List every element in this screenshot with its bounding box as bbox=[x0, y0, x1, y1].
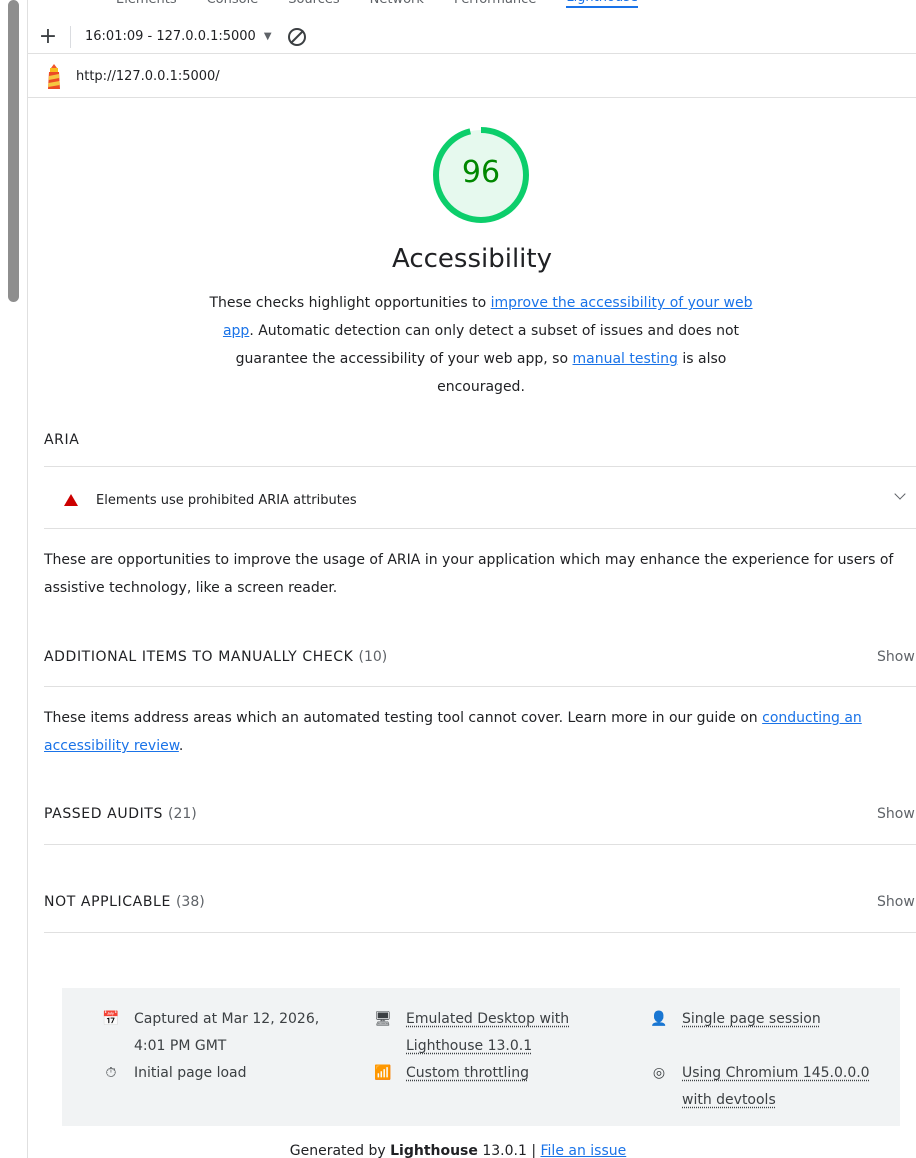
manual-check-label: ADDITIONAL ITEMS TO MANUALLY CHECK bbox=[44, 649, 354, 665]
lighthouse-icon bbox=[48, 63, 60, 89]
lighthouse-toolbar: + 16:01:09 - 127.0.0.1:5000 ▼ bbox=[28, 20, 916, 54]
chromium-line-2: with devtools bbox=[682, 1092, 776, 1108]
not-applicable-show-button[interactable]: Show bbox=[877, 894, 915, 910]
score-value: 96 bbox=[461, 155, 501, 190]
desc-text: These items address areas which an autom… bbox=[44, 710, 763, 726]
category-description: These checks highlight opportunities to … bbox=[206, 289, 756, 401]
scrollbar-thumb[interactable] bbox=[8, 0, 19, 302]
tab-sources[interactable]: Sources bbox=[288, 0, 339, 8]
desc-text: These checks highlight opportunities to bbox=[209, 295, 491, 311]
divider bbox=[44, 686, 916, 687]
divider bbox=[44, 466, 916, 467]
custom-throttling[interactable]: 📶 Custom throttling bbox=[372, 1060, 529, 1087]
emulated-desktop[interactable]: 🖥 Emulated Desktop with Lighthouse 13.0.1 bbox=[372, 1006, 569, 1060]
chevron-down-icon[interactable] bbox=[894, 488, 906, 500]
stopwatch-icon: ⏱ bbox=[105, 1065, 117, 1081]
tab-performance[interactable]: Performance bbox=[454, 0, 536, 8]
passed-audits-count: (21) bbox=[168, 806, 197, 822]
chevron-down-icon: ▼ bbox=[263, 31, 272, 42]
audit-title: Elements use prohibited ARIA attributes bbox=[96, 492, 357, 508]
single-page-session[interactable]: 👤 Single page session bbox=[648, 1006, 821, 1033]
manual-check-show-button[interactable]: Show bbox=[877, 649, 915, 665]
audit-prohibited-aria[interactable]: Elements use prohibited ARIA attributes bbox=[44, 478, 916, 522]
aria-heading: ARIA bbox=[44, 432, 80, 448]
tab-lighthouse[interactable]: Lighthouse bbox=[566, 0, 638, 8]
devtools-tabbar: Elements Console Sources Network Perform… bbox=[28, 0, 916, 8]
captured-line-1: Captured at Mar 12, 2026, bbox=[134, 1011, 320, 1027]
scrollbar-track[interactable] bbox=[0, 0, 28, 1158]
category-title: Accessibility bbox=[392, 244, 552, 274]
session-label: Single page session bbox=[682, 1011, 821, 1027]
not-applicable-label: NOT APPLICABLE bbox=[44, 894, 171, 910]
footer-version: 13.0.1 | bbox=[477, 1143, 541, 1158]
initial-page-load: ⏱ Initial page load bbox=[100, 1060, 247, 1087]
not-applicable-heading[interactable]: NOT APPLICABLE (38) bbox=[44, 894, 205, 910]
block-icon[interactable] bbox=[287, 27, 306, 46]
divider bbox=[44, 844, 916, 845]
fail-triangle-icon bbox=[64, 494, 78, 506]
captured-line-2: 4:01 PM GMT bbox=[134, 1038, 227, 1054]
manual-check-description: These items address areas which an autom… bbox=[44, 704, 916, 760]
desc-text: . bbox=[178, 738, 184, 754]
calendar-icon: 📅 bbox=[102, 1011, 120, 1027]
passed-audits-show-button[interactable]: Show bbox=[877, 806, 915, 822]
passed-audits-label: PASSED AUDITS bbox=[44, 806, 163, 822]
report-select-label: 16:01:09 - 127.0.0.1:5000 bbox=[85, 29, 256, 44]
captured-at: 📅 Captured at Mar 12, 2026, 4:01 PM GMT bbox=[100, 1006, 319, 1060]
environment-card: 📅 Captured at Mar 12, 2026, 4:01 PM GMT ⏱… bbox=[62, 988, 900, 1126]
chromium-line-1: Using Chromium 145.0.0.0 bbox=[682, 1065, 870, 1081]
not-applicable-count: (38) bbox=[175, 894, 205, 910]
manual-check-heading[interactable]: ADDITIONAL ITEMS TO MANUALLY CHECK (10) bbox=[44, 649, 387, 665]
emulated-line-1: Emulated Desktop with bbox=[406, 1011, 570, 1027]
generated-by-footer: Generated by Lighthouse 13.0.1 | File an… bbox=[0, 1143, 916, 1158]
report-select[interactable]: 16:01:09 - 127.0.0.1:5000 ▼ bbox=[79, 25, 278, 49]
report-url-bar: http://127.0.0.1:5000/ bbox=[28, 56, 916, 98]
manual-testing-link[interactable]: manual testing bbox=[572, 351, 677, 367]
tab-network[interactable]: Network bbox=[370, 0, 424, 8]
footer-text: Generated by bbox=[289, 1143, 391, 1158]
aria-description: These are opportunities to improve the u… bbox=[44, 552, 894, 596]
person-icon: 👤 bbox=[650, 1011, 668, 1027]
file-issue-link[interactable]: File an issue bbox=[541, 1143, 627, 1158]
passed-audits-heading[interactable]: PASSED AUDITS (21) bbox=[44, 806, 197, 822]
tab-elements[interactable]: Elements bbox=[116, 0, 177, 8]
divider bbox=[44, 528, 916, 529]
lighthouse-brand: Lighthouse bbox=[390, 1143, 478, 1158]
emulated-line-2: Lighthouse 13.0.1 bbox=[406, 1038, 533, 1054]
initial-label: Initial page load bbox=[134, 1065, 247, 1081]
chromium-version[interactable]: ◎ Using Chromium 145.0.0.0 with devtools bbox=[648, 1060, 870, 1114]
divider bbox=[44, 932, 916, 933]
network-icon: 📶 bbox=[374, 1065, 392, 1081]
report-url: http://127.0.0.1:5000/ bbox=[76, 69, 220, 84]
manual-check-count: (10) bbox=[358, 649, 388, 665]
toolbar-divider bbox=[70, 25, 71, 48]
chrome-icon: ◎ bbox=[652, 1065, 666, 1081]
devices-icon: 🖥 bbox=[374, 1011, 392, 1027]
throttle-label: Custom throttling bbox=[406, 1065, 529, 1081]
plus-icon[interactable]: + bbox=[34, 23, 62, 51]
tab-console[interactable]: Console bbox=[207, 0, 259, 8]
